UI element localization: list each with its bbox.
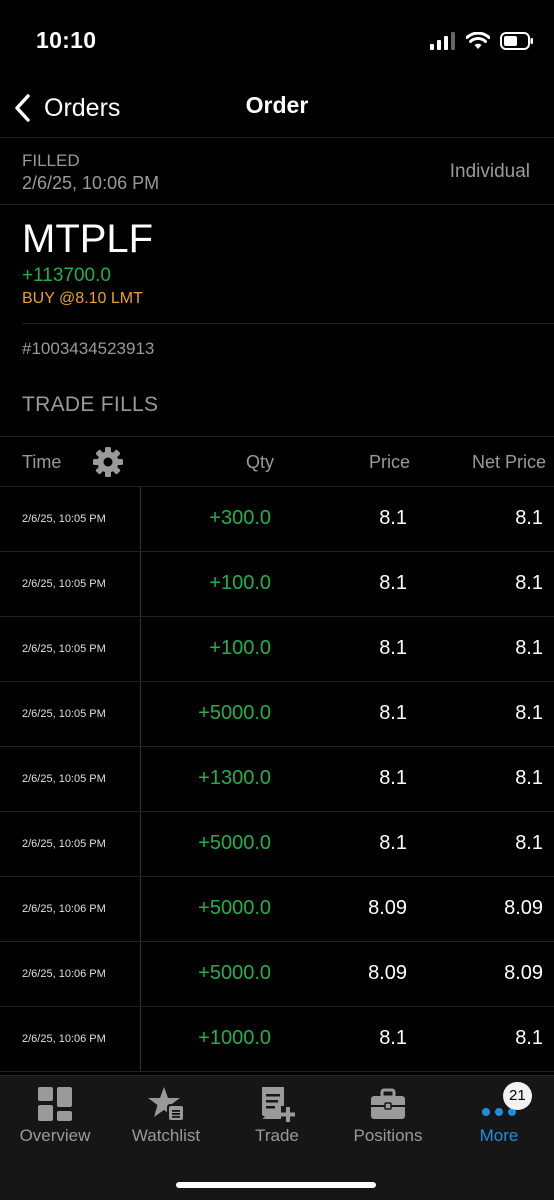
fill-price: 8.1 <box>379 702 407 724</box>
status-bar: 10:10 <box>0 0 554 80</box>
fill-price: 8.1 <box>379 572 407 594</box>
fill-net-price: 8.09 <box>504 962 543 984</box>
tab-positions[interactable]: Positions <box>333 1076 443 1156</box>
divider <box>22 323 554 324</box>
fill-net-price: 8.1 <box>515 572 543 594</box>
column-header-qty: Qty <box>245 452 274 472</box>
table-row: 2/6/25, 10:06 PM +1000.0 8.1 8.1 <box>0 1007 554 1072</box>
fill-price: 8.1 <box>379 832 407 854</box>
order-id: #1003434523913 <box>22 339 155 358</box>
fill-net-price: 8.1 <box>515 507 543 529</box>
fill-time: 2/6/25, 10:05 PM <box>22 578 106 590</box>
fill-net-price: 8.1 <box>515 832 543 854</box>
status-time: 10:10 <box>36 27 97 53</box>
fill-qty: +1000.0 <box>198 1027 271 1049</box>
fill-time: 2/6/25, 10:06 PM <box>22 968 106 980</box>
positions-icon <box>371 1088 405 1119</box>
trade-fills-title: TRADE FILLS <box>22 393 159 416</box>
fill-price: 8.1 <box>379 637 407 659</box>
back-button[interactable]: Orders <box>12 90 120 126</box>
fill-qty: +5000.0 <box>198 897 271 919</box>
fill-qty: +5000.0 <box>198 832 271 854</box>
back-button-label: Orders <box>44 93 121 122</box>
column-header-time: Time <box>22 452 62 472</box>
table-row: 2/6/25, 10:05 PM +300.0 8.1 8.1 <box>0 487 554 552</box>
bottom-tab-bar: Overview Watchlist Trade Positions 21 Mo… <box>0 1075 554 1200</box>
fill-price: 8.1 <box>379 507 407 529</box>
fill-qty: +100.0 <box>209 572 271 594</box>
overview-icon <box>38 1087 72 1121</box>
fills-table-header: Time Qty Price Net Price <box>0 436 554 487</box>
fill-price: 8.09 <box>368 897 407 919</box>
tab-label: Positions <box>353 1126 423 1145</box>
fill-net-price: 8.1 <box>515 1027 543 1049</box>
notification-badge: 21 <box>503 1082 532 1110</box>
tab-label: Trade <box>255 1126 299 1145</box>
cellular-signal-icon <box>430 32 455 50</box>
column-header-net-price: Net Price <box>471 452 546 472</box>
fill-net-price: 8.1 <box>515 767 543 789</box>
fills-table[interactable]: 2/6/25, 10:05 PM +300.0 8.1 8.1 2/6/25, … <box>0 487 554 1075</box>
tab-label: Overview <box>19 1126 91 1145</box>
fill-qty: +1300.0 <box>198 767 271 789</box>
table-row: 2/6/25, 10:05 PM +1300.0 8.1 8.1 <box>0 747 554 812</box>
fill-time: 2/6/25, 10:06 PM <box>22 1033 106 1045</box>
watchlist-icon <box>148 1087 184 1121</box>
table-row: 2/6/25, 10:05 PM +100.0 8.1 8.1 <box>0 617 554 682</box>
column-header-price: Price <box>368 452 410 472</box>
navigation-bar: Orders Order <box>0 80 554 138</box>
order-status: FILLED <box>22 151 80 170</box>
status-icons <box>430 30 534 52</box>
fill-price: 8.1 <box>379 1027 407 1049</box>
trade-icon <box>262 1087 295 1122</box>
table-row: 2/6/25, 10:05 PM +100.0 8.1 8.1 <box>0 552 554 617</box>
fill-qty: +5000.0 <box>198 962 271 984</box>
fill-net-price: 8.09 <box>504 897 543 919</box>
order-summary: MTPLF +113700.0 BUY @8.10 LMT <box>0 205 554 324</box>
fill-time: 2/6/25, 10:05 PM <box>22 838 106 850</box>
fill-qty: +5000.0 <box>198 702 271 724</box>
order-detail-screen: 10:10 Orders Order FILLED 2/6/25, 10:06 … <box>0 0 554 1200</box>
chevron-left-icon <box>15 94 30 122</box>
fill-time: 2/6/25, 10:05 PM <box>22 708 106 720</box>
order-status-header: FILLED 2/6/25, 10:06 PM Individual <box>0 139 554 205</box>
table-row: 2/6/25, 10:06 PM +5000.0 8.09 8.09 <box>0 877 554 942</box>
fill-net-price: 8.1 <box>515 702 543 724</box>
account-type: Individual <box>449 161 530 182</box>
gear-icon[interactable] <box>92 446 124 478</box>
wifi-icon <box>466 32 490 49</box>
ticker-symbol: MTPLF <box>22 217 154 261</box>
fill-price: 8.1 <box>379 767 407 789</box>
fill-time: 2/6/25, 10:05 PM <box>22 513 106 525</box>
order-description: BUY @8.10 LMT <box>22 290 143 307</box>
fill-qty: +300.0 <box>209 507 271 529</box>
fill-time: 2/6/25, 10:05 PM <box>22 773 106 785</box>
table-row: 2/6/25, 10:05 PM +5000.0 8.1 8.1 <box>0 812 554 877</box>
home-indicator[interactable] <box>176 1182 376 1188</box>
tab-more[interactable]: 21 More <box>444 1076 554 1156</box>
fill-time: 2/6/25, 10:06 PM <box>22 903 106 915</box>
fill-time: 2/6/25, 10:05 PM <box>22 643 106 655</box>
tab-watchlist[interactable]: Watchlist <box>111 1076 221 1156</box>
fill-qty: +100.0 <box>209 637 271 659</box>
order-datetime: 2/6/25, 10:06 PM <box>22 173 160 193</box>
fill-net-price: 8.1 <box>515 637 543 659</box>
tab-trade[interactable]: Trade <box>222 1076 332 1156</box>
fill-price: 8.09 <box>368 962 407 984</box>
table-row: 2/6/25, 10:05 PM +5000.0 8.1 8.1 <box>0 682 554 747</box>
tab-label: Watchlist <box>131 1126 201 1145</box>
table-row: 2/6/25, 10:06 PM +5000.0 8.09 8.09 <box>0 942 554 1007</box>
order-quantity: +113700.0 <box>22 265 111 286</box>
battery-icon <box>500 32 533 50</box>
tab-label: More <box>479 1126 519 1145</box>
tab-overview[interactable]: Overview <box>0 1076 110 1156</box>
